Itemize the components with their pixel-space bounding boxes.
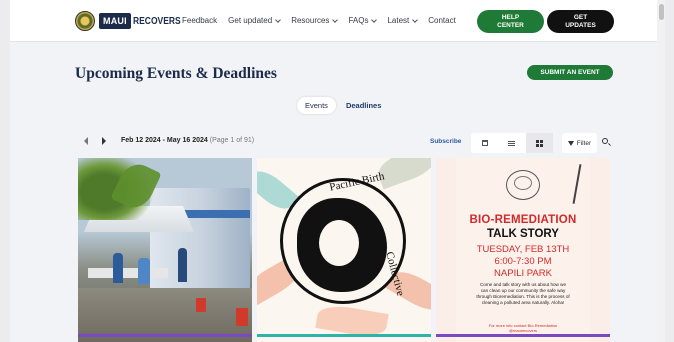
subscribe-link[interactable]: Subscribe <box>430 138 461 145</box>
flyer-time: 6:00-7:30 PM <box>494 256 552 267</box>
flyer-date: TUESDAY, FEB 13TH <box>476 244 570 255</box>
scrollbar[interactable] <box>657 0 665 342</box>
county-seal-icon <box>75 11 95 31</box>
grid-icon <box>535 139 543 147</box>
logo-text: RECOVERS <box>132 15 181 27</box>
main-nav: Feedback Get updated Resources FAQs Late… <box>182 16 467 25</box>
filter-icon <box>567 140 574 146</box>
nav-contact[interactable]: Contact <box>428 16 456 25</box>
tab-events[interactable]: Events <box>297 97 336 114</box>
view-list-button[interactable] <box>498 133 525 153</box>
chevron-down-icon <box>275 16 282 23</box>
card-color-bar <box>78 334 252 337</box>
nav-get-updated[interactable]: Get updated <box>228 16 282 25</box>
event-card-3[interactable]: BIO-REMEDIATION TALK STORY TUESDAY, FEB … <box>436 158 610 342</box>
search-button[interactable] <box>600 136 613 149</box>
next-arrow-icon[interactable] <box>102 137 106 145</box>
get-updates-button[interactable]: GET UPDATES <box>547 10 614 33</box>
help-center-button[interactable]: HELP CENTER <box>477 10 544 33</box>
nav-resources[interactable]: Resources <box>291 16 339 25</box>
event-card-1[interactable] <box>78 158 252 342</box>
site-header: MAUI RECOVERS Feedback Get updated Resou… <box>10 0 665 42</box>
frame-left <box>0 0 10 342</box>
view-month-button[interactable] <box>471 133 498 153</box>
view-switcher <box>471 133 553 153</box>
chevron-down-icon <box>412 16 419 23</box>
logo-mark: MAUI <box>99 13 131 29</box>
page-title: Upcoming Events & Deadlines <box>75 65 277 82</box>
flyer-place: NAPILI PARK <box>494 268 552 279</box>
flyer-subtitle: TALK STORY <box>487 228 559 240</box>
scroll-thumb[interactable] <box>659 4 664 20</box>
nav-faqs[interactable]: FAQs <box>348 16 378 25</box>
event-card-2[interactable]: Pacific Birth Collective <box>257 158 431 342</box>
page-info: (Page 1 of 91) <box>209 137 255 144</box>
date-range: Feb 12 2024 - May 16 2024 (Page 1 of 91) <box>121 137 255 144</box>
flyer-title: BIO-REMEDIATION <box>469 214 577 226</box>
previous-arrow-icon[interactable] <box>84 137 88 145</box>
main-content: MAUI RECOVERS Feedback Get updated Resou… <box>10 0 665 342</box>
page: MAUI RECOVERS Feedback Get updated Resou… <box>0 0 674 342</box>
flyer-footer: For more info contact Bio-Remediation @m… <box>488 323 558 333</box>
calendar-icon <box>481 140 488 146</box>
flyer-body: Come and talk story with us about how we… <box>476 282 570 305</box>
submit-event-button[interactable]: SUBMIT AN EVENT <box>527 65 613 80</box>
view-grid-button[interactable] <box>525 133 553 153</box>
filter-button[interactable]: Filter <box>562 133 597 153</box>
card-color-bar <box>257 334 431 337</box>
frame-right <box>664 0 674 342</box>
chevron-down-icon <box>332 16 339 23</box>
list-icon <box>508 140 516 146</box>
events-deadlines-tabs: Events Deadlines <box>297 97 389 114</box>
tab-deadlines[interactable]: Deadlines <box>338 97 389 114</box>
chevron-down-icon <box>371 16 378 23</box>
nav-feedback[interactable]: Feedback <box>182 16 217 25</box>
card-color-bar <box>436 334 610 337</box>
maui-recovers-logo[interactable]: MAUI RECOVERS <box>75 11 189 31</box>
nav-latest[interactable]: Latest <box>387 16 419 25</box>
events-toolbar: Feb 12 2024 - May 16 2024 (Page 1 of 91)… <box>78 133 613 153</box>
